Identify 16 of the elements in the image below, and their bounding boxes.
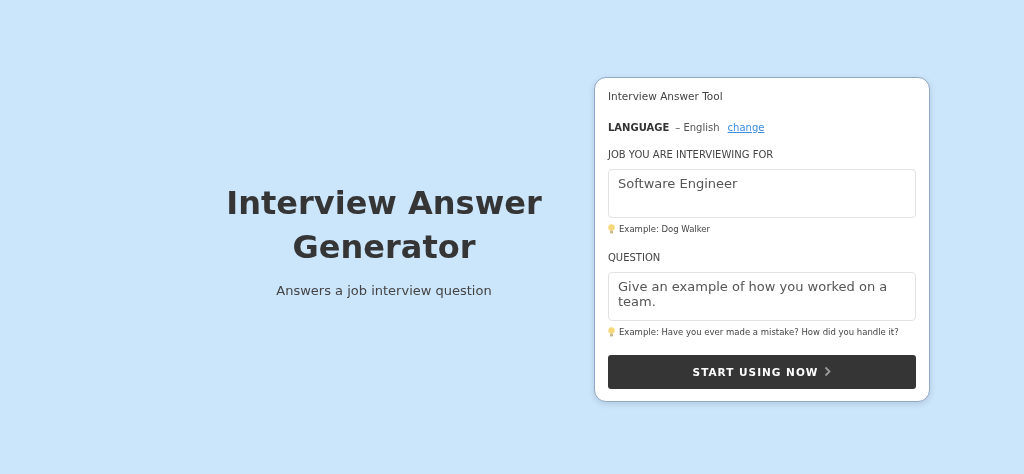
language-value: – English (675, 121, 720, 133)
lightbulb-icon (608, 326, 615, 337)
start-button[interactable]: START USING NOW (608, 354, 916, 389)
input-field[interactable]: Software Engineer (608, 168, 916, 218)
page-subtitle: Answers a job interview question (276, 282, 492, 298)
chevron-icon (824, 366, 832, 377)
card-title: Interview Answer Tool (608, 89, 724, 102)
language-label: LANGUAGE (608, 121, 670, 133)
change-link[interactable]: change (727, 121, 765, 133)
input-field[interactable]: Give an example of how you worked on a team. (608, 271, 916, 321)
lightbulb-icon (608, 223, 615, 234)
example-hint: Example: Dog Walker (619, 223, 711, 234)
field-label: QUESTION (608, 251, 662, 263)
example-hint: Example: Have you ever made a mistake? How did you handle it? (619, 326, 899, 337)
page-title: Interview Answer Generator (225, 182, 543, 268)
field-label: JOB YOU ARE INTERVIEWING FOR (608, 148, 775, 160)
